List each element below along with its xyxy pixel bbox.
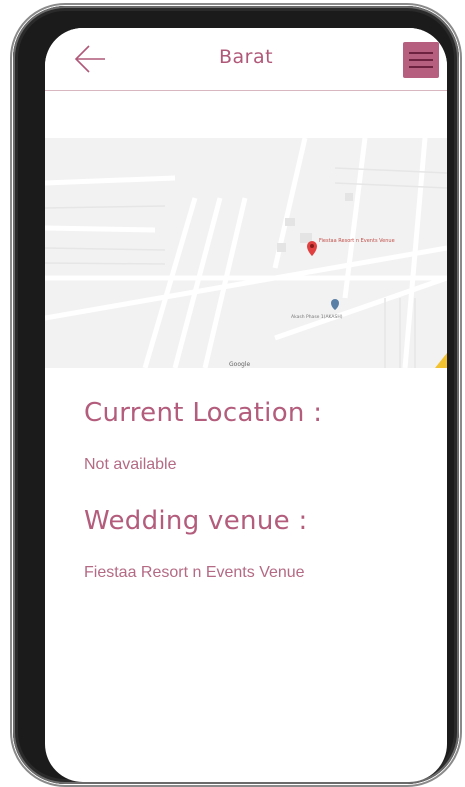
map-place-label: Akash Phase 1(AKASH): [291, 314, 343, 320]
current-location-value: Not available: [84, 456, 177, 473]
current-location-heading: Current Location :: [84, 398, 323, 428]
top-app-bar: Barat: [45, 28, 447, 91]
page-title: Barat: [218, 46, 274, 68]
venue-map[interactable]: Fiestaa Resort n Events Venue Akash Phas…: [45, 138, 447, 368]
phone-frame: Barat Fiestaa Resort n Events Venue Akas…: [10, 3, 462, 787]
map-pin-label: Fiestaa Resort n Events Venue: [319, 238, 395, 244]
google-attribution: Google: [229, 361, 250, 368]
menu-button[interactable]: [403, 42, 439, 78]
map-canvas: Fiestaa Resort n Events Venue Akash Phas…: [45, 138, 447, 368]
hamburger-menu-icon: [409, 52, 433, 54]
wedding-venue-value: Fiestaa Resort n Events Venue: [84, 564, 305, 581]
wedding-venue-heading: Wedding venue :: [84, 506, 308, 536]
